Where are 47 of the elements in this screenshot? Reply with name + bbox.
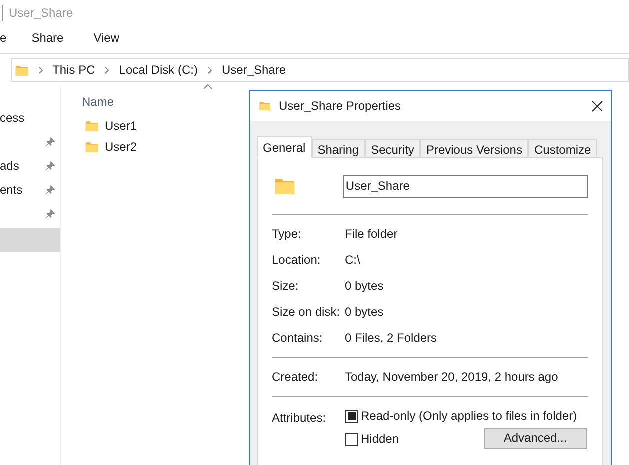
property-label: Type: (272, 226, 302, 243)
nav-item[interactable]: cess (0, 108, 60, 128)
property-label: Location: (272, 252, 322, 269)
tab[interactable]: General (257, 136, 312, 158)
tab[interactable]: Customize (528, 139, 598, 158)
checkbox[interactable] (345, 432, 358, 446)
tab[interactable]: Previous Versions (420, 139, 528, 158)
chevron-icon (208, 66, 212, 74)
nav-item[interactable]: ads (0, 156, 60, 176)
name-field[interactable]: User_Share (342, 174, 588, 198)
property-label: Attributes: (272, 410, 328, 427)
ribbon-tab[interactable]: Share (32, 29, 64, 47)
property-value: 0 bytes (345, 278, 384, 295)
close-icon[interactable] (592, 100, 603, 112)
ribbon-tab[interactable]: e (0, 29, 7, 47)
checkbox-label[interactable]: Read-only (Only applies to files in folder) (361, 407, 578, 425)
sort-caret-icon (203, 84, 213, 90)
property-label: Size: (272, 278, 300, 295)
window-title: User_Share (9, 5, 74, 22)
breadcrumb[interactable]: This PC (52, 61, 96, 79)
file-item[interactable]: User1 (82, 115, 162, 136)
property-label: Contains: (272, 330, 324, 347)
dialog-title: User_Share Properties (279, 98, 402, 115)
property-label: Size on disk: (272, 304, 342, 321)
advanced-button[interactable]: Advanced... (484, 428, 587, 448)
property-value: 0 bytes (345, 304, 384, 321)
chevron-icon (105, 66, 110, 74)
tab[interactable]: Security (365, 139, 420, 158)
checkbox[interactable] (345, 410, 358, 422)
property-value: 0 Files, 2 Folders (345, 330, 438, 347)
ribbon-tab[interactable]: View (94, 29, 120, 47)
property-value: C:\ (345, 252, 360, 269)
pin-icon[interactable] (46, 137, 56, 147)
property-value: Today, November 20, 2019, 2 hours ago (345, 369, 558, 386)
chevron-icon (38, 66, 43, 74)
property-value: File folder (345, 226, 398, 243)
property-label: Created: (272, 369, 320, 386)
nav-item[interactable]: ents (0, 180, 60, 200)
file-item[interactable]: User2 (82, 136, 162, 157)
pin-icon[interactable] (46, 209, 56, 219)
pin-icon[interactable] (46, 161, 56, 171)
pin-icon[interactable] (46, 185, 56, 195)
tab[interactable]: Sharing (312, 139, 366, 158)
address-bar[interactable]: This PC Local Disk (C:) User_Share (10, 58, 629, 82)
breadcrumb[interactable]: User_Share (222, 61, 286, 79)
breadcrumb[interactable]: Local Disk (C:) (119, 61, 198, 79)
checkbox-label[interactable]: Hidden (361, 430, 400, 448)
